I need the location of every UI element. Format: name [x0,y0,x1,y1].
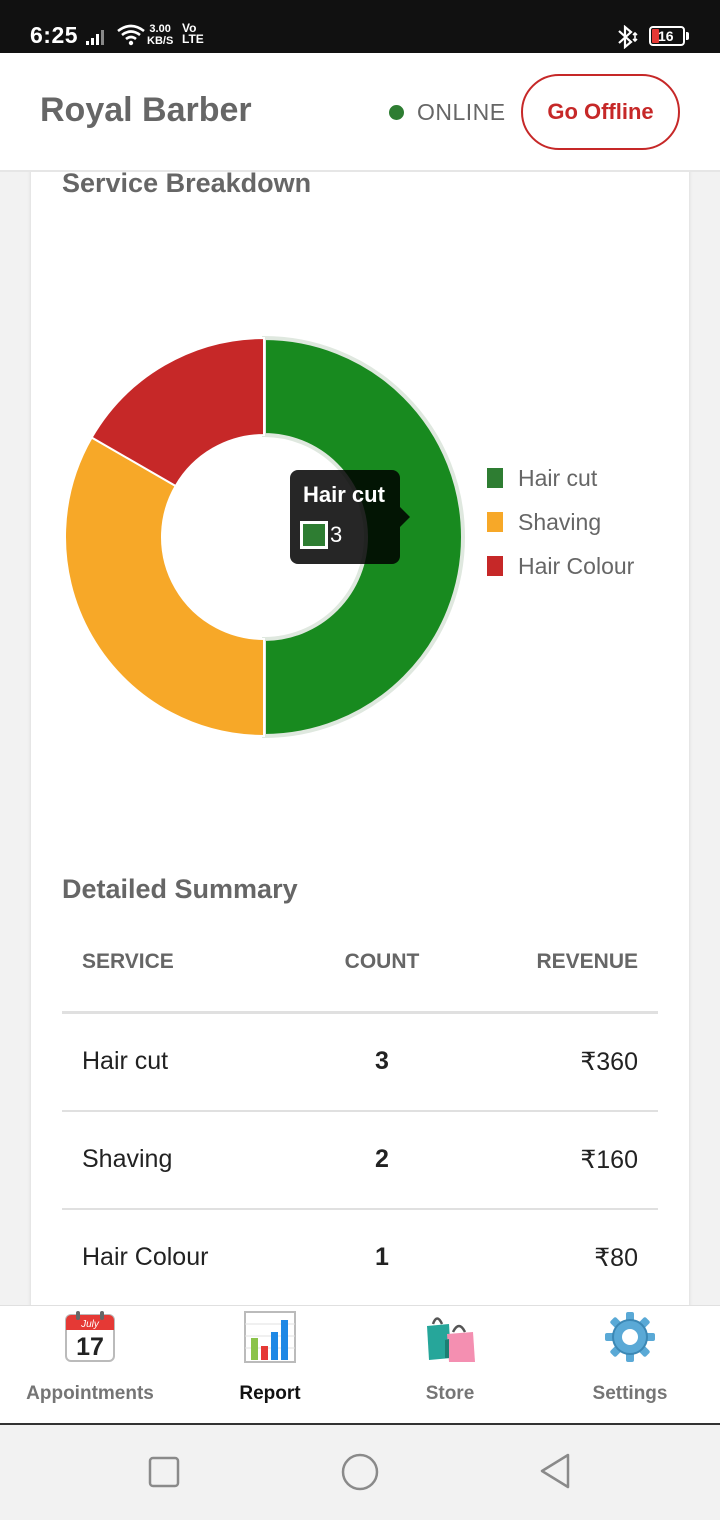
nav-label-settings: Settings [592,1383,668,1404]
tooltip-value: 3 [330,522,343,547]
gear-icon [605,1312,655,1362]
battery-tip [686,32,689,40]
network-speed-unit: KB/S [147,35,174,47]
chart-tooltip: Hair cut 3 [290,470,400,564]
calendar-month: July [80,1319,100,1330]
home-icon[interactable] [340,1452,380,1492]
shopping-bags-icon [427,1317,475,1362]
table-header-row: SERVICE COUNT REVENUE [62,914,658,1014]
legend-label: Shaving [518,508,602,535]
donut-slice-shaving[interactable] [64,436,265,738]
status-bar: 6:25 3.00 KB/S Vo LTE 16 [0,0,720,53]
report-content[interactable]: Service Breakdown Hair cut Shaving Hair Co… [0,172,720,1305]
row-revenue: ₹360 [580,1048,638,1076]
legend-label: Hair Colour [518,552,635,579]
table-row[interactable]: Hair cut 3 ₹360 [62,1014,658,1112]
back-icon[interactable] [536,1451,576,1491]
detailed-summary-title: Detailed Summary [62,874,298,904]
nav-appointments[interactable]: July 17 Appointments [0,1306,180,1424]
legend-item[interactable]: Hair Colour [487,544,634,588]
chart-legend: Hair cut Shaving Hair Colour [487,456,634,588]
row-service: Hair cut [82,1047,169,1075]
table-row[interactable]: Shaving 2 ₹160 [62,1112,658,1210]
battery-icon: 16 [649,26,685,46]
wifi-icon [117,24,145,46]
status-time: 6:25 [30,22,79,48]
table-row[interactable]: Hair Colour 1 ₹80 [62,1210,658,1305]
volte-indicator: Vo LTE [182,22,204,46]
row-service: Shaving [82,1145,173,1173]
bottom-navigation: July 17 Appointments Report Store Settin… [0,1305,720,1425]
online-status-dot [389,105,404,120]
summary-table: SERVICE COUNT REVENUE Hair cut 3 ₹360 Sh… [62,914,658,1305]
row-count: 3 [375,1047,389,1075]
legend-swatch [487,468,503,488]
tooltip-arrow [400,507,410,527]
column-header-count[interactable]: COUNT [312,950,452,974]
nav-label-report: Report [239,1383,301,1404]
app-title: Royal Barber [40,91,252,129]
legend-swatch [487,556,503,576]
nav-label-appointments: Appointments [26,1383,154,1404]
row-service: Hair Colour [82,1243,209,1271]
row-count: 1 [375,1243,389,1271]
volte-bottom: LTE [182,32,204,46]
system-navigation-bar [0,1425,720,1520]
battery-percent: 16 [658,28,674,44]
tooltip-label: Hair cut [303,482,385,507]
calendar-icon: July 17 [65,1311,115,1362]
row-revenue: ₹160 [580,1146,638,1174]
row-revenue: ₹80 [594,1244,638,1272]
legend-swatch [487,512,503,532]
go-offline-button[interactable]: Go Offline [521,74,680,150]
legend-item[interactable]: Shaving [487,500,634,544]
app-header: Royal Barber ONLINE Go Offline [0,53,720,172]
nav-settings[interactable]: Settings [540,1306,720,1424]
nav-label-store: Store [425,1383,475,1404]
signal-icon [86,30,104,45]
nav-store[interactable]: Store [360,1306,540,1424]
row-count: 2 [375,1145,389,1173]
calendar-day: 17 [76,1333,104,1361]
bar-chart-icon [244,1311,296,1363]
network-speed-value: 3.00 [149,23,171,35]
column-header-service[interactable]: SERVICE [82,950,174,974]
network-speed: 3.00 KB/S [147,23,173,47]
legend-label: Hair cut [518,464,598,491]
column-header-revenue[interactable]: REVENUE [536,950,638,974]
legend-item[interactable]: Hair cut [487,456,634,500]
recent-apps-icon[interactable] [148,1456,180,1488]
nav-report[interactable]: Report [180,1306,360,1424]
tooltip-color-swatch [300,521,328,549]
bluetooth-icon [618,25,638,49]
online-status-text: ONLINE [417,99,506,125]
report-card: Service Breakdown Hair cut Shaving Hair Co… [31,172,689,1305]
